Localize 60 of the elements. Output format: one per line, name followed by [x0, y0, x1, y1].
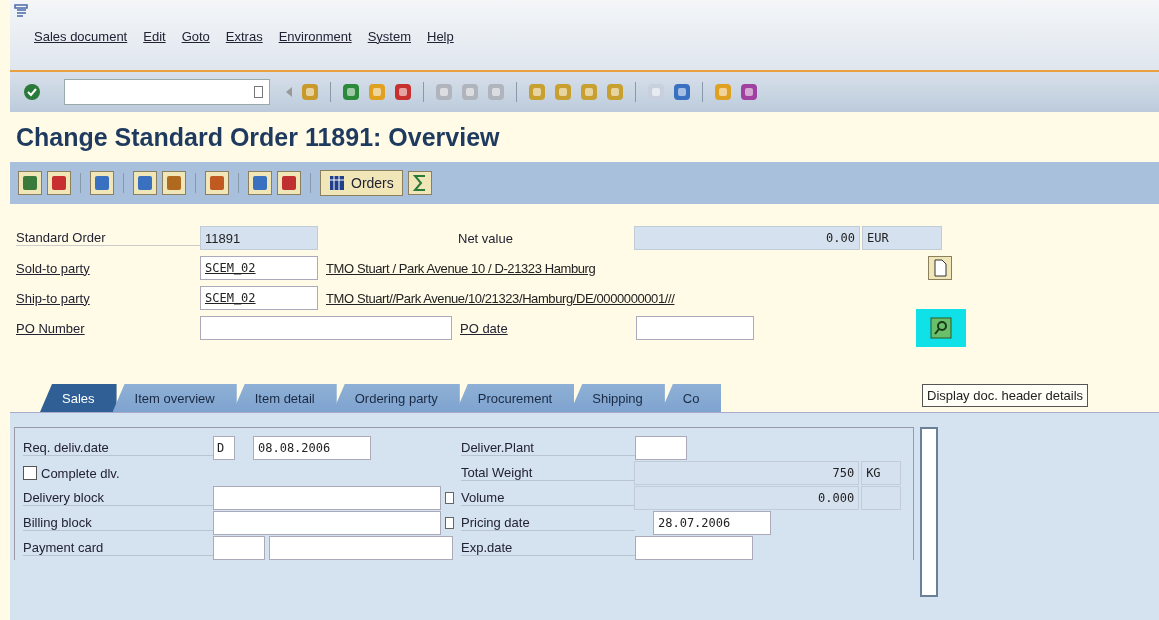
field-label: Exp.date [461, 540, 635, 556]
field-label: Pricing date [461, 515, 635, 531]
orders-button[interactable]: Orders [320, 170, 403, 196]
exp-date-field[interactable] [635, 536, 753, 560]
field-label: Req. deliv.date [23, 440, 213, 456]
deliver-plant-field[interactable] [635, 436, 687, 460]
enter-icon[interactable] [22, 82, 42, 102]
field-label: Deliver.Plant [461, 440, 635, 456]
header-details-button[interactable] [916, 309, 966, 347]
menu-item[interactable]: System [367, 29, 411, 44]
field-label: Total Weight [461, 465, 635, 481]
po-date-link[interactable]: PO date [460, 320, 628, 336]
scrollbar[interactable] [920, 427, 938, 597]
field-label: Delivery block [23, 490, 213, 506]
field-label: Volume [461, 490, 635, 506]
net-value-field: 0.00 [634, 226, 860, 250]
checkbox-label: Complete dlv. [41, 465, 120, 481]
po-date-field[interactable] [636, 316, 754, 340]
total-weight-field: 750 [634, 461, 860, 485]
magnifier-icon [930, 317, 952, 339]
sum-icon[interactable] [407, 171, 432, 195]
menu-item[interactable]: Sales document [34, 29, 128, 44]
menu-icon[interactable] [14, 4, 28, 18]
table-icon [329, 175, 345, 191]
tab[interactable]: Sales [40, 384, 117, 412]
field-label: Billing block [23, 515, 213, 531]
payment-card-field[interactable] [269, 536, 453, 560]
sold-to-party-link[interactable]: Sold-to party [16, 260, 200, 276]
currency-field: EUR [862, 226, 942, 250]
card-type-field[interactable] [213, 536, 265, 560]
po-number-field[interactable] [200, 316, 452, 340]
screen-title: Change Standard Order 11891: Overview [16, 122, 500, 152]
volume-field: 0.000 [634, 486, 860, 510]
date-unit-field[interactable]: D [213, 436, 235, 460]
command-field[interactable] [64, 79, 270, 105]
menu-item[interactable]: Goto [181, 29, 210, 44]
dropdown-icon[interactable] [445, 492, 454, 504]
ship-to-party-link[interactable]: Ship-to party [16, 290, 200, 306]
weight-unit-field: KG [861, 461, 901, 485]
tooltip: Display doc. header details [922, 384, 1089, 407]
menu-item[interactable]: Help [427, 29, 454, 44]
field-label: Payment card [23, 540, 213, 556]
menu-item[interactable]: Extras [225, 29, 263, 44]
menu-item[interactable]: Environment [278, 29, 352, 44]
field-label: Net value [458, 230, 514, 246]
dropdown-icon[interactable] [254, 86, 263, 98]
delivery-date-field[interactable]: 08.08.2006 [253, 436, 371, 460]
menu-item[interactable]: Edit [143, 29, 166, 44]
order-number-field: 11891 [200, 226, 318, 250]
ship-to-address-link[interactable]: TMO Stuart//Park Avenue/10/21323/Hamburg/DE/0000000001/// [326, 290, 675, 306]
ship-to-party-field[interactable]: SCEM_02 [200, 286, 318, 310]
po-number-link[interactable]: PO Number [16, 320, 200, 336]
dropdown-icon[interactable] [445, 517, 454, 529]
field-label: Standard Order [16, 230, 200, 246]
checkbox[interactable] [23, 466, 37, 480]
pricing-date-field[interactable]: 28.07.2006 [653, 511, 771, 535]
triangle-icon[interactable] [284, 85, 294, 99]
sold-to-address-link[interactable]: TMO Stuart / Park Avenue 10 / D-21323 Hamburg [326, 260, 596, 276]
tab[interactable]: Item overview [112, 384, 237, 412]
sold-to-party-field[interactable]: SCEM_02 [200, 256, 318, 280]
